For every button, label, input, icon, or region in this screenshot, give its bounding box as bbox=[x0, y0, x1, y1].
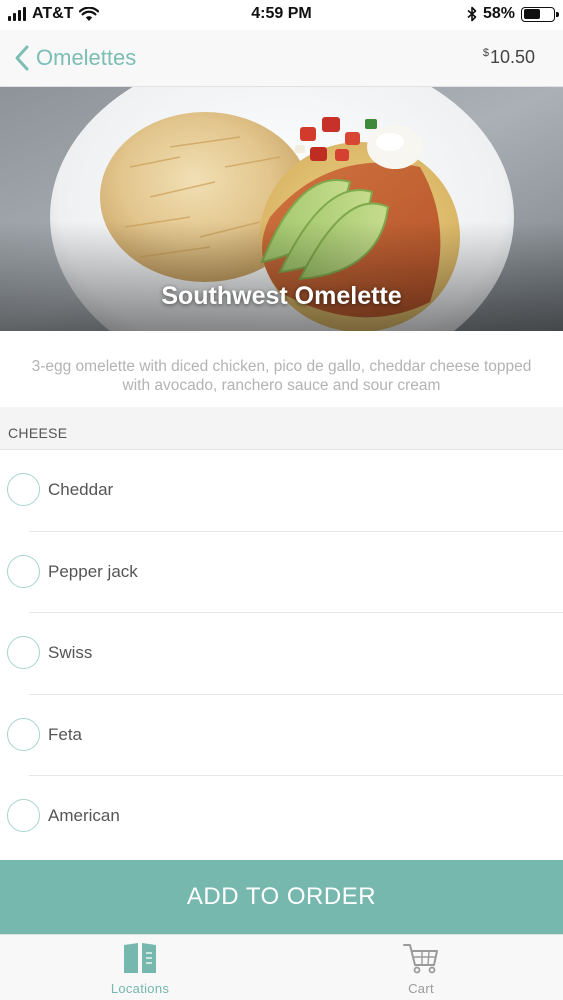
option-row-feta[interactable]: Feta bbox=[0, 695, 563, 776]
battery-percent: 58% bbox=[482, 5, 515, 22]
radio-button[interactable] bbox=[7, 554, 40, 588]
radio-button[interactable] bbox=[7, 473, 40, 506]
option-row-swiss[interactable]: Swiss bbox=[0, 613, 563, 695]
option-row-pepper-jack[interactable]: Pepper jack bbox=[0, 532, 563, 613]
section-title: CHEESE bbox=[8, 425, 68, 441]
map-book-icon bbox=[124, 943, 156, 973]
radio-button[interactable] bbox=[7, 636, 40, 669]
price-value: 10.50 bbox=[489, 47, 535, 67]
price-currency-symbol: $ bbox=[482, 47, 489, 59]
option-label: Cheddar bbox=[48, 480, 114, 499]
item-price: $10.50 bbox=[483, 47, 535, 68]
battery-fill bbox=[523, 9, 541, 19]
option-label: American bbox=[48, 806, 120, 825]
tab-cart[interactable]: Cart bbox=[361, 941, 481, 999]
item-title: Southwest Omelette bbox=[161, 282, 402, 310]
option-row-american[interactable]: American bbox=[0, 776, 563, 858]
menu-item-screen: AT&T 4:59 PM 58% Omelettes $10.50 Southw… bbox=[0, 0, 563, 1000]
option-label: Pepper jack bbox=[48, 561, 138, 581]
bluetooth-icon bbox=[467, 6, 477, 22]
back-button[interactable]: Omelettes bbox=[14, 40, 136, 76]
tab-bar: Locations Cart bbox=[0, 934, 563, 1000]
add-to-order-label: ADD TO ORDER bbox=[186, 883, 377, 910]
option-row-cheddar[interactable]: Cheddar bbox=[0, 450, 563, 532]
back-label: Omelettes bbox=[36, 45, 137, 70]
option-label: Swiss bbox=[48, 643, 93, 662]
chevron-left-icon bbox=[15, 45, 29, 71]
tab-label-cart: Cart bbox=[408, 981, 434, 996]
add-to-order-button[interactable]: ADD TO ORDER bbox=[0, 860, 563, 934]
navigation-bar: Omelettes $10.50 bbox=[0, 30, 563, 87]
section-header-cheese: CHEESE bbox=[0, 407, 563, 450]
radio-button[interactable] bbox=[7, 799, 40, 832]
tab-locations[interactable]: Locations bbox=[80, 941, 200, 999]
item-description: 3-egg omelette with diced chicken, pico … bbox=[0, 331, 563, 407]
cart-icon bbox=[403, 944, 438, 974]
status-bar: AT&T 4:59 PM 58% bbox=[0, 0, 563, 30]
battery-icon bbox=[521, 6, 559, 22]
option-label: Feta bbox=[48, 724, 83, 744]
tab-label-locations: Locations bbox=[110, 981, 170, 996]
status-right-group: 58% bbox=[467, 5, 559, 23]
radio-button[interactable] bbox=[7, 717, 40, 751]
cheese-option-list: Cheddar Pepper jack Swiss Feta American bbox=[0, 450, 563, 858]
